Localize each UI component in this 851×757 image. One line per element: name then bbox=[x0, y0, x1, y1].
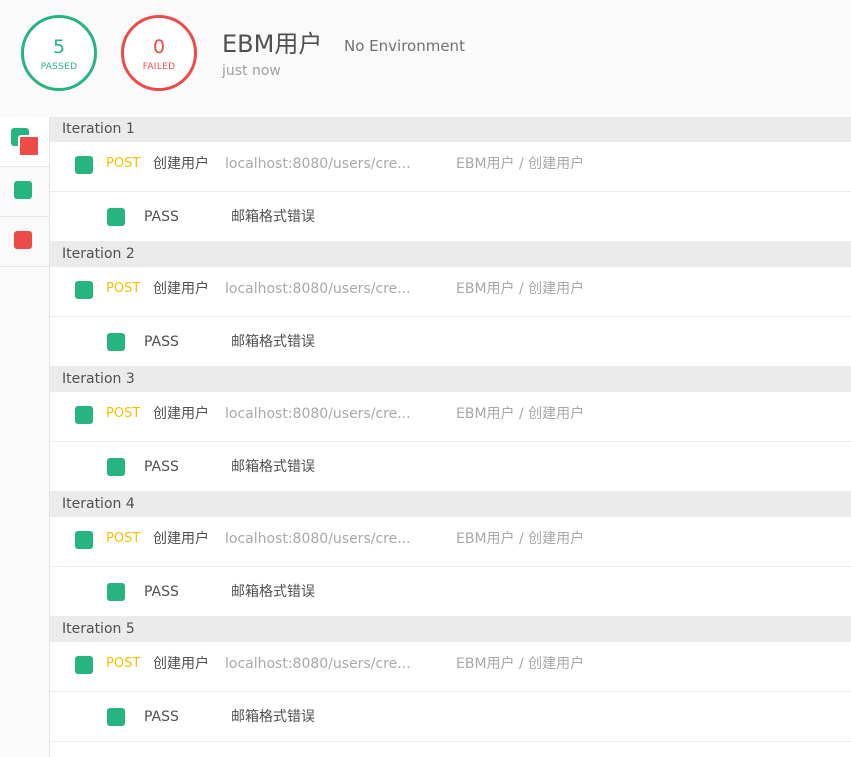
all-results-icon-failed-part bbox=[18, 135, 40, 157]
request-url: localhost:8080/users/cre... bbox=[225, 531, 411, 547]
filter-failed-button[interactable] bbox=[0, 217, 49, 267]
iteration-block: Iteration 3 POST 创建用户 localhost:8080/use… bbox=[50, 367, 851, 492]
test-status: PASS bbox=[144, 209, 179, 225]
request-row[interactable]: POST 创建用户 localhost:8080/users/cre... EB… bbox=[50, 392, 851, 442]
iteration-block: Iteration 1 POST 创建用户 localhost:8080/use… bbox=[50, 117, 851, 242]
failed-filter-icon bbox=[14, 231, 32, 249]
test-pass-icon bbox=[107, 583, 125, 601]
request-row[interactable]: POST 创建用户 localhost:8080/users/cre... EB… bbox=[50, 267, 851, 317]
test-name: 邮箱格式错误 bbox=[231, 584, 315, 600]
request-name: 创建用户 bbox=[153, 656, 209, 672]
filter-all-button[interactable] bbox=[0, 117, 49, 167]
request-url: localhost:8080/users/cre... bbox=[225, 156, 411, 172]
request-method: POST bbox=[106, 156, 141, 171]
test-pass-icon bbox=[107, 708, 125, 726]
request-method: POST bbox=[106, 281, 141, 296]
test-status: PASS bbox=[144, 334, 179, 350]
request-path: EBM用户 / 创建用户 bbox=[456, 531, 585, 547]
passed-count-circle: 5 PASSED bbox=[21, 15, 97, 91]
test-name: 邮箱格式错误 bbox=[231, 334, 315, 350]
iteration-header: Iteration 2 bbox=[50, 242, 851, 267]
test-status: PASS bbox=[144, 459, 179, 475]
test-name: 邮箱格式错误 bbox=[231, 709, 315, 725]
iteration-block: Iteration 4 POST 创建用户 localhost:8080/use… bbox=[50, 492, 851, 617]
iteration-header: Iteration 1 bbox=[50, 117, 851, 142]
passed-label: PASSED bbox=[40, 62, 78, 72]
request-path: EBM用户 / 创建用户 bbox=[456, 656, 585, 672]
iteration-header: Iteration 5 bbox=[50, 617, 851, 642]
test-result-row: PASS 邮箱格式错误 bbox=[50, 567, 851, 617]
request-pass-icon bbox=[75, 156, 93, 174]
iteration-header: Iteration 3 bbox=[50, 367, 851, 392]
iteration-block: Iteration 2 POST 创建用户 localhost:8080/use… bbox=[50, 242, 851, 367]
test-name: 邮箱格式错误 bbox=[231, 459, 315, 475]
request-pass-icon bbox=[75, 656, 93, 674]
request-pass-icon bbox=[75, 531, 93, 549]
iteration-results-list: Iteration 1 POST 创建用户 localhost:8080/use… bbox=[50, 117, 851, 757]
passed-filter-icon bbox=[14, 181, 32, 199]
test-pass-icon bbox=[107, 208, 125, 226]
test-result-row: PASS 邮箱格式错误 bbox=[50, 692, 851, 742]
request-row[interactable]: POST 创建用户 localhost:8080/users/cre... EB… bbox=[50, 142, 851, 192]
request-method: POST bbox=[106, 406, 141, 421]
request-name: 创建用户 bbox=[153, 156, 209, 172]
test-status: PASS bbox=[144, 584, 179, 600]
request-pass-icon bbox=[75, 406, 93, 424]
request-url: localhost:8080/users/cre... bbox=[225, 656, 411, 672]
request-url: localhost:8080/users/cre... bbox=[225, 281, 411, 297]
iteration-header: Iteration 4 bbox=[50, 492, 851, 517]
test-result-row: PASS 邮箱格式错误 bbox=[50, 442, 851, 492]
test-pass-icon bbox=[107, 333, 125, 351]
request-method: POST bbox=[106, 531, 141, 546]
test-result-row: PASS 邮箱格式错误 bbox=[50, 317, 851, 367]
request-row[interactable]: POST 创建用户 localhost:8080/users/cre... EB… bbox=[50, 642, 851, 692]
request-method: POST bbox=[106, 656, 141, 671]
request-name: 创建用户 bbox=[153, 531, 209, 547]
request-pass-icon bbox=[75, 281, 93, 299]
run-summary-header: 5 PASSED 0 FAILED EBM用户 No Environment j… bbox=[0, 0, 851, 117]
request-url: localhost:8080/users/cre... bbox=[225, 406, 411, 422]
request-row[interactable]: POST 创建用户 localhost:8080/users/cre... EB… bbox=[50, 517, 851, 567]
test-name: 邮箱格式错误 bbox=[231, 209, 315, 225]
iteration-block: Iteration 5 POST 创建用户 localhost:8080/use… bbox=[50, 617, 851, 742]
request-path: EBM用户 / 创建用户 bbox=[456, 281, 585, 297]
failed-count-circle: 0 FAILED bbox=[121, 15, 197, 91]
test-status: PASS bbox=[144, 709, 179, 725]
result-filter-rail bbox=[0, 117, 50, 757]
failed-count: 0 bbox=[152, 36, 166, 58]
request-path: EBM用户 / 创建用户 bbox=[456, 156, 585, 172]
request-path: EBM用户 / 创建用户 bbox=[456, 406, 585, 422]
request-name: 创建用户 bbox=[153, 281, 209, 297]
request-name: 创建用户 bbox=[153, 406, 209, 422]
collection-name: EBM用户 bbox=[222, 30, 323, 58]
filter-passed-button[interactable] bbox=[0, 167, 49, 217]
passed-count: 5 bbox=[52, 36, 66, 58]
run-time: just now bbox=[222, 63, 281, 79]
failed-label: FAILED bbox=[142, 62, 176, 72]
environment-name: No Environment bbox=[344, 37, 465, 55]
test-pass-icon bbox=[107, 458, 125, 476]
test-result-row: PASS 邮箱格式错误 bbox=[50, 192, 851, 242]
